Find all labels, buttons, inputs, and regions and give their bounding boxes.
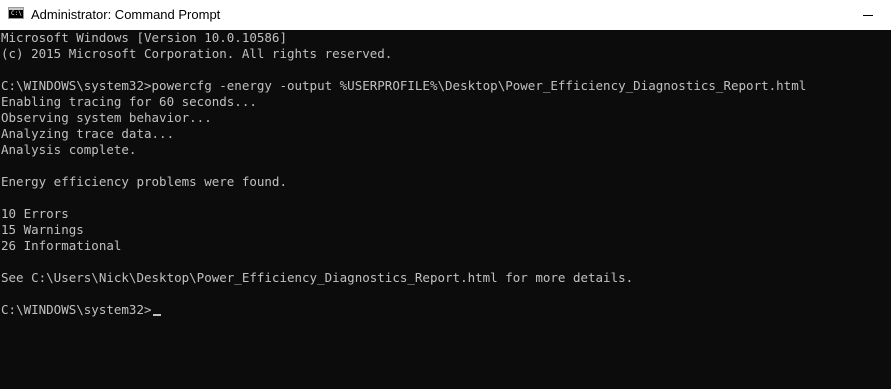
console-line: Analysis complete.: [1, 142, 137, 157]
prompt-text: C:\WINDOWS\system32>: [1, 302, 152, 317]
icon-text: C:\: [11, 10, 22, 17]
text-cursor: [152, 314, 161, 316]
command-prompt-line[interactable]: C:\WINDOWS\system32>: [1, 302, 891, 318]
minimize-icon: [863, 15, 873, 16]
command-prompt-window: C:\ Administrator: Command Prompt Micros…: [0, 0, 891, 389]
window-controls: [845, 0, 891, 30]
console-line: Analyzing trace data...: [1, 126, 175, 141]
console-line: Energy efficiency problems were found.: [1, 174, 287, 189]
console-output[interactable]: Microsoft Windows [Version 10.0.10586] (…: [0, 30, 891, 389]
console-line: 15 Warnings: [1, 222, 84, 237]
console-line: 10 Errors: [1, 206, 69, 221]
console-line: Microsoft Windows [Version 10.0.10586]: [1, 30, 287, 45]
console-line: 26 Informational: [1, 238, 122, 253]
window-title: Administrator: Command Prompt: [31, 7, 221, 22]
console-line: C:\WINDOWS\system32>powercfg -energy -ou…: [1, 78, 807, 93]
console-line: Enabling tracing for 60 seconds...: [1, 94, 257, 109]
console-line: (c) 2015 Microsoft Corporation. All righ…: [1, 46, 393, 61]
console-line: See C:\Users\Nick\Desktop\Power_Efficien…: [1, 270, 634, 285]
minimize-button[interactable]: [845, 0, 891, 30]
command-prompt-icon[interactable]: C:\: [8, 7, 24, 19]
title-bar[interactable]: C:\ Administrator: Command Prompt: [0, 0, 891, 30]
console-line: Observing system behavior...: [1, 110, 212, 125]
